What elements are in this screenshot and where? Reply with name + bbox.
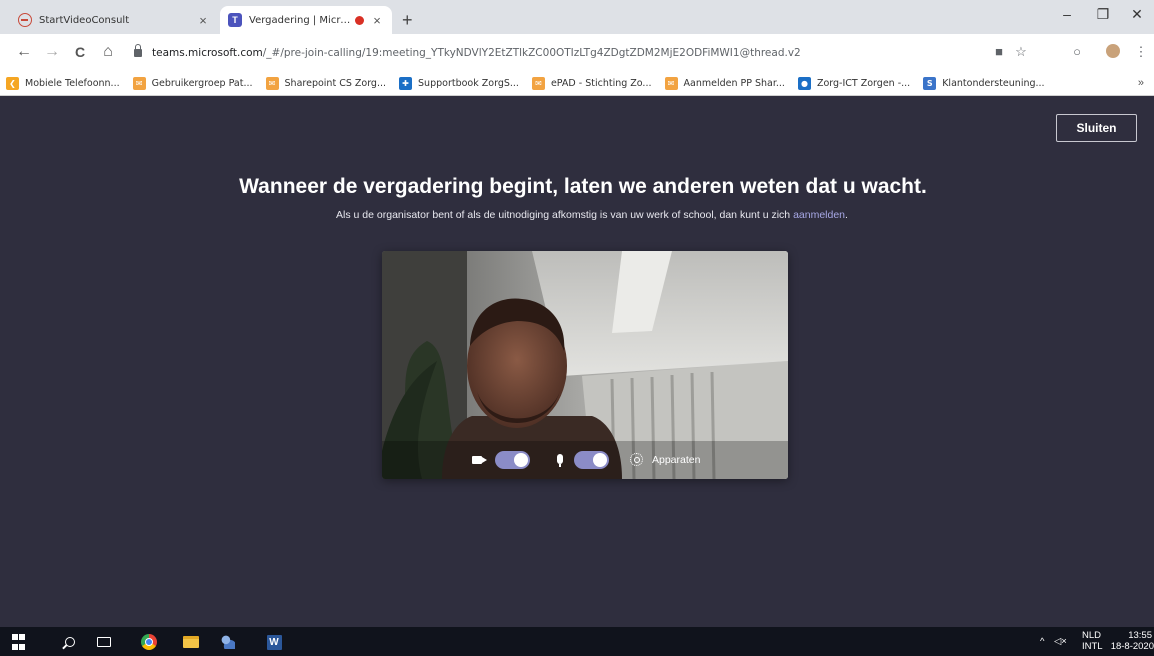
keyboard-layout: INTL: [1082, 641, 1103, 652]
file-explorer-icon[interactable]: [182, 633, 200, 651]
bookmark-label: Sharepoint CS Zorg...: [284, 78, 387, 89]
windows-start-icon[interactable]: [11, 633, 25, 651]
bookmark-favicon-icon: ✉: [265, 77, 279, 90]
gear-icon[interactable]: [630, 453, 643, 466]
tab-teams-meeting[interactable]: T Vergadering | Microsoft Teams ×: [220, 6, 392, 34]
media-controls: Apparaten: [382, 446, 788, 474]
new-tab-button[interactable]: +: [402, 10, 413, 31]
bookmark-label: Supportbook ZorgS...: [418, 78, 519, 89]
bookmark-item[interactable]: ✉ Gebruikergroep Pat...: [132, 77, 253, 90]
maximize-button[interactable]: ❐: [1088, 6, 1118, 23]
chrome-icon[interactable]: [140, 633, 158, 651]
minimize-button[interactable]: –: [1052, 6, 1082, 22]
microphone-toggle[interactable]: [574, 451, 609, 469]
video-camera-icon: [472, 456, 487, 464]
camera-permission-icon[interactable]: ■: [990, 44, 1008, 59]
bookmark-favicon-icon: ✚: [399, 77, 413, 90]
input-language: NLD: [1082, 630, 1102, 641]
bookmark-item[interactable]: ✉ ePAD - Stichting Zo...: [531, 77, 652, 90]
bookmark-label: Mobiele Telefoonn...: [25, 78, 120, 89]
microphone-icon: [557, 454, 563, 467]
bookmark-item[interactable]: ❮ Mobiele Telefoonn...: [6, 77, 120, 90]
bookmark-item[interactable]: ✉ Sharepoint CS Zorg...: [265, 77, 387, 90]
startvideo-icon: [18, 13, 32, 27]
windows-taskbar: W ^ ◁× NLD 13:55 INTL 18-8-2020: [0, 627, 1154, 656]
volume-muted-icon[interactable]: ◁×: [1054, 627, 1067, 656]
tab-title: Vergadering | Microsoft Teams: [249, 14, 353, 26]
search-icon[interactable]: [62, 633, 78, 651]
close-button[interactable]: Sluiten: [1056, 114, 1137, 142]
lock-icon: [134, 44, 142, 57]
browser-menu-icon[interactable]: ⋮: [1132, 44, 1150, 60]
camera-toggle[interactable]: [495, 451, 530, 469]
address-toolbar: ← → C ⌂ teams.microsoft.com/_#/pre-join-…: [0, 34, 1154, 72]
bookmark-label: ePAD - Stichting Zo...: [550, 78, 652, 89]
camera-preview: Apparaten: [382, 251, 788, 479]
profile-avatar-icon[interactable]: [1106, 44, 1124, 58]
bookmark-star-icon[interactable]: ☆: [1012, 44, 1030, 60]
close-tab-icon[interactable]: ×: [370, 13, 384, 28]
back-button[interactable]: ←: [14, 43, 34, 61]
bookmark-item[interactable]: ✚ Supportbook ZorgS...: [399, 77, 519, 90]
people-app-icon[interactable]: [219, 633, 237, 651]
bookmark-label: Aanmelden PP Shar...: [683, 78, 785, 89]
reload-button[interactable]: C: [70, 44, 90, 60]
recording-indicator-icon: [355, 15, 364, 25]
home-button[interactable]: ⌂: [98, 43, 118, 61]
signin-link[interactable]: aanmelden: [793, 209, 845, 221]
browser-tab-bar: StartVideoConsult × T Vergadering | Micr…: [0, 0, 1154, 34]
clock-date: 18-8-2020: [1110, 641, 1154, 652]
bookmark-item[interactable]: ✉ Aanmelden PP Shar...: [664, 77, 785, 90]
system-clock[interactable]: NLD 13:55 INTL 18-8-2020: [1074, 630, 1154, 654]
bookmark-label: Zorg-ICT Zorgen -...: [816, 78, 911, 89]
teams-icon: T: [228, 13, 242, 27]
bookmark-label: Klantondersteuning...: [942, 78, 1045, 89]
teams-prejoin-page: Sluiten Wanneer de vergadering begint, l…: [0, 97, 1154, 627]
bookmark-item[interactable]: S Klantondersteuning...: [923, 77, 1045, 90]
clock-time: 13:55: [1128, 630, 1152, 641]
tab-startvideoconsult[interactable]: StartVideoConsult ×: [10, 6, 218, 34]
bookmark-label: Gebruikergroep Pat...: [151, 78, 253, 89]
bookmark-favicon-icon: S: [923, 77, 937, 90]
bookmarks-bar: ❮ Mobiele Telefoonn... ✉ Gebruikergroep Pat…: [0, 72, 1154, 96]
bookmark-item[interactable]: ● Zorg-ICT Zorgen -...: [797, 77, 911, 90]
url-text: teams.microsoft.com/_#/pre-join-calling/…: [152, 47, 801, 59]
extension-icon[interactable]: ○: [1068, 44, 1086, 59]
address-field[interactable]: teams.microsoft.com/_#/pre-join-calling/…: [128, 40, 968, 66]
bookmark-favicon-icon: ❮: [6, 77, 19, 90]
devices-button[interactable]: Apparaten: [652, 454, 700, 466]
close-tab-icon[interactable]: ×: [196, 13, 210, 28]
signin-hint: Als u de organisator bent of als de uitn…: [336, 209, 848, 221]
tray-chevron-icon[interactable]: ^: [1040, 627, 1044, 656]
task-view-icon[interactable]: [96, 633, 112, 651]
bookmark-favicon-icon: ✉: [132, 77, 146, 90]
bookmark-favicon-icon: ✉: [664, 77, 678, 90]
page-title: Wanneer de vergadering begint, laten we …: [239, 175, 927, 198]
camera-feed-image: [382, 251, 788, 479]
forward-button[interactable]: →: [42, 43, 62, 61]
bookmark-favicon-icon: ✉: [531, 77, 545, 90]
bookmarks-overflow-icon[interactable]: »: [1138, 77, 1144, 89]
tab-title: StartVideoConsult: [39, 14, 130, 26]
close-window-button[interactable]: ✕: [1122, 6, 1152, 23]
bookmark-favicon-icon: ●: [797, 77, 811, 90]
word-icon[interactable]: W: [265, 633, 283, 651]
